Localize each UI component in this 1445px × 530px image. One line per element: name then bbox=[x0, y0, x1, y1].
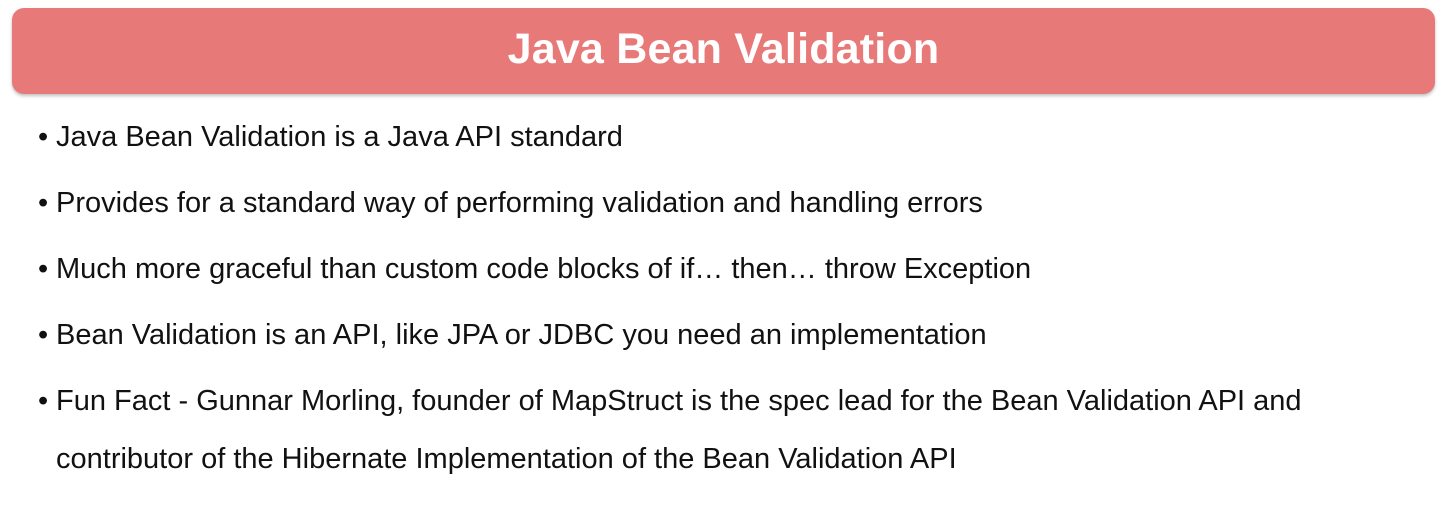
bullet-text: Much more graceful than custom code bloc… bbox=[56, 253, 1032, 285]
bullet-dot-icon: • bbox=[38, 385, 49, 417]
bullet-item: • Bean Validation is an API, like JPA or… bbox=[38, 306, 1428, 364]
bullet-dot-icon: • bbox=[38, 253, 49, 285]
bullet-dot-icon: • bbox=[38, 319, 49, 351]
bullet-item: • Java Bean Validation is a Java API sta… bbox=[38, 108, 1428, 166]
slide-title: Java Bean Validation bbox=[507, 24, 940, 73]
bullet-text: Bean Validation is an API, like JPA or J… bbox=[56, 319, 987, 351]
title-banner: Java Bean Validation bbox=[12, 8, 1435, 94]
slide: Java Bean Validation • Java Bean Validat… bbox=[0, 0, 1445, 530]
bullet-dot-icon: • bbox=[38, 121, 49, 153]
bullet-dot-icon: • bbox=[38, 187, 49, 219]
bullet-item: • Fun Fact - Gunnar Morling, founder of … bbox=[38, 372, 1428, 488]
bullet-item: • Provides for a standard way of perform… bbox=[38, 174, 1428, 232]
bullet-text: Provides for a standard way of performin… bbox=[56, 187, 983, 219]
bullet-list: • Java Bean Validation is a Java API sta… bbox=[38, 108, 1428, 496]
bullet-text: Java Bean Validation is a Java API stand… bbox=[56, 121, 623, 153]
bullet-item: • Much more graceful than custom code bl… bbox=[38, 240, 1428, 298]
bullet-text: Fun Fact - Gunnar Morling, founder of Ma… bbox=[56, 385, 1302, 475]
